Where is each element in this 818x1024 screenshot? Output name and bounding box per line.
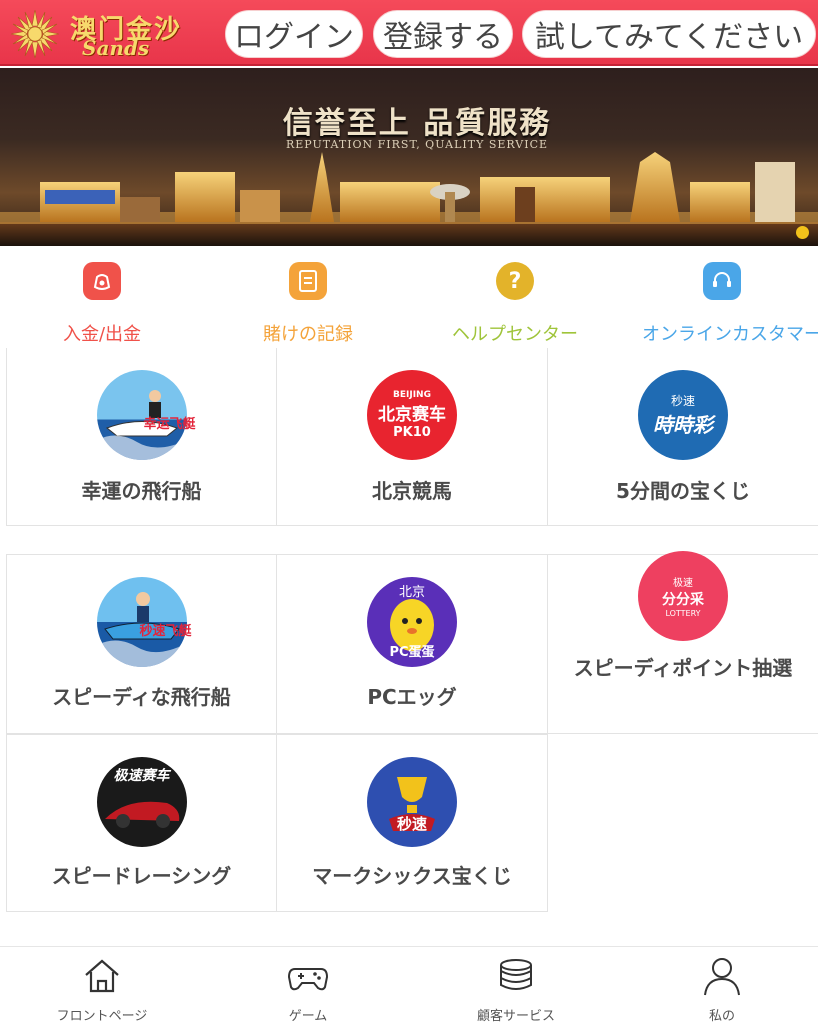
icon-text: PC蛋蛋 bbox=[389, 645, 435, 660]
icon-top-text: 秒速 bbox=[670, 394, 695, 408]
quick-item-help-center[interactable]: ? ヘルプセンター bbox=[415, 260, 615, 345]
icon-sub-text: PK10 bbox=[393, 425, 431, 440]
quick-item-label: ヘルプセンター bbox=[452, 324, 578, 345]
coins-stack-icon bbox=[500, 959, 532, 990]
trial-button[interactable]: 試してみてください bbox=[522, 10, 816, 58]
game-card-speed-racing[interactable]: 极速赛车 スピードレーシング bbox=[6, 734, 277, 912]
game-card-lucky-boat[interactable]: 幸运飞艇 幸運の飛行船 bbox=[6, 348, 277, 526]
headset-icon bbox=[703, 262, 741, 300]
city-skyline-image bbox=[0, 152, 818, 246]
nav-item-home[interactable]: フロントページ bbox=[0, 947, 204, 1024]
sands-logo[interactable]: 澳门金沙 Sands bbox=[6, 6, 211, 62]
game-card-5min-lottery[interactable]: 秒速 時時彩 5分間の宝くじ bbox=[548, 348, 818, 526]
document-icon bbox=[289, 262, 327, 300]
icon-text: 分分采 bbox=[662, 592, 704, 608]
nav-item-games[interactable]: ゲーム bbox=[206, 947, 410, 1024]
game-name: スピーディな飛行船 bbox=[52, 685, 231, 709]
quick-item-label: 賭けの記録 bbox=[263, 324, 353, 345]
banner-subtitle: REPUTATION FIRST, QUALITY SERVICE bbox=[285, 138, 549, 151]
question-icon: ? bbox=[496, 262, 534, 300]
time-lottery-icon: 秒速 時時彩 bbox=[638, 370, 728, 460]
logo-english-text: Sands bbox=[82, 36, 150, 60]
game-name: スピードレーシング bbox=[51, 864, 232, 888]
game-name: PCエッグ bbox=[367, 685, 457, 709]
wallet-bag-icon bbox=[83, 262, 121, 300]
nav-label: 顧客サービス bbox=[476, 1009, 555, 1024]
login-button[interactable]: ログイン bbox=[225, 10, 363, 58]
sun-logo-icon bbox=[10, 9, 60, 59]
game-card-speedy-boat[interactable]: 秒速飞艇 スピーディな飛行船 bbox=[6, 554, 277, 734]
quick-menu: 入金/出金 賭けの記録 ? ヘルプセンター オンラインカスタマー bbox=[0, 250, 818, 346]
icon-text: 時時彩 bbox=[653, 413, 713, 437]
icon-sub-text: LOTTERY bbox=[665, 609, 701, 618]
nav-item-profile[interactable]: 私の bbox=[620, 947, 818, 1024]
icon-top-text: 北京 bbox=[398, 585, 425, 600]
fast-points-icon: 极速 分分采 LOTTERY bbox=[638, 551, 728, 641]
beijing-racing-icon: BEIJING 北京赛车 PK10 bbox=[367, 370, 457, 460]
icon-text: 秒速 bbox=[396, 815, 427, 833]
game-name: スピーディポイント抽選 bbox=[573, 656, 793, 680]
icon-text: 极速赛车 bbox=[113, 768, 170, 784]
game-name: 5分間の宝くじ bbox=[616, 479, 750, 503]
game-grid: 幸运飞艇 幸運の飛行船 BEIJING 北京赛车 PK10 北京競馬 秒速 時時… bbox=[6, 348, 818, 912]
game-card-fast-points[interactable]: 极速 分分采 LOTTERY スピーディポイント抽選 bbox=[548, 551, 818, 734]
quick-item-label: オンラインカスタマー bbox=[642, 324, 818, 345]
icon-text: 幸运飞艇 bbox=[143, 417, 196, 432]
game-name: 北京競馬 bbox=[372, 479, 452, 503]
nav-item-customer-service[interactable]: 顧客サービス bbox=[414, 947, 618, 1024]
icon-text: 秒速飞艇 bbox=[139, 624, 192, 639]
game-card-pc-egg[interactable]: 北京 PC蛋蛋 PCエッグ bbox=[277, 554, 548, 734]
speedy-boat-icon bbox=[96, 577, 187, 667]
icon-top-text: BEIJING bbox=[393, 390, 431, 400]
quick-item-deposit-withdraw[interactable]: 入金/出金 bbox=[2, 260, 202, 345]
nav-label: フロントページ bbox=[56, 1009, 148, 1024]
game-card-beijing-racing[interactable]: BEIJING 北京赛车 PK10 北京競馬 bbox=[277, 348, 548, 526]
icon-text: 北京赛车 bbox=[378, 405, 446, 425]
register-button[interactable]: 登録する bbox=[373, 10, 513, 58]
user-icon bbox=[704, 958, 740, 996]
carousel-indicator[interactable] bbox=[796, 226, 809, 239]
game-name: マークシックス宝くじ bbox=[312, 864, 512, 888]
promo-banner[interactable]: 信誉至上 品質服務 REPUTATION FIRST, QUALITY SERV… bbox=[0, 68, 818, 246]
quick-item-online-support[interactable]: オンラインカスタマー bbox=[622, 260, 818, 345]
banner-title: 信誉至上 品質服務 bbox=[282, 106, 552, 141]
icon-top-text: 极速 bbox=[673, 578, 693, 589]
quick-item-bet-record[interactable]: 賭けの記録 bbox=[208, 260, 408, 345]
top-header: 澳门金沙 Sands ログイン 登録する 試してみてください bbox=[0, 0, 818, 66]
nav-label: ゲーム bbox=[288, 1009, 328, 1024]
nav-label: 私の bbox=[708, 1009, 735, 1024]
gamepad-icon bbox=[287, 968, 329, 991]
home-icon bbox=[85, 959, 119, 993]
game-card-mark-six[interactable]: 秒速 マークシックス宝くじ bbox=[277, 734, 548, 912]
game-name: 幸運の飛行船 bbox=[81, 479, 202, 503]
bottom-navigation: フロントページ ゲーム 顧客サービス 私の bbox=[0, 946, 818, 1024]
lucky-boat-icon bbox=[96, 370, 187, 460]
